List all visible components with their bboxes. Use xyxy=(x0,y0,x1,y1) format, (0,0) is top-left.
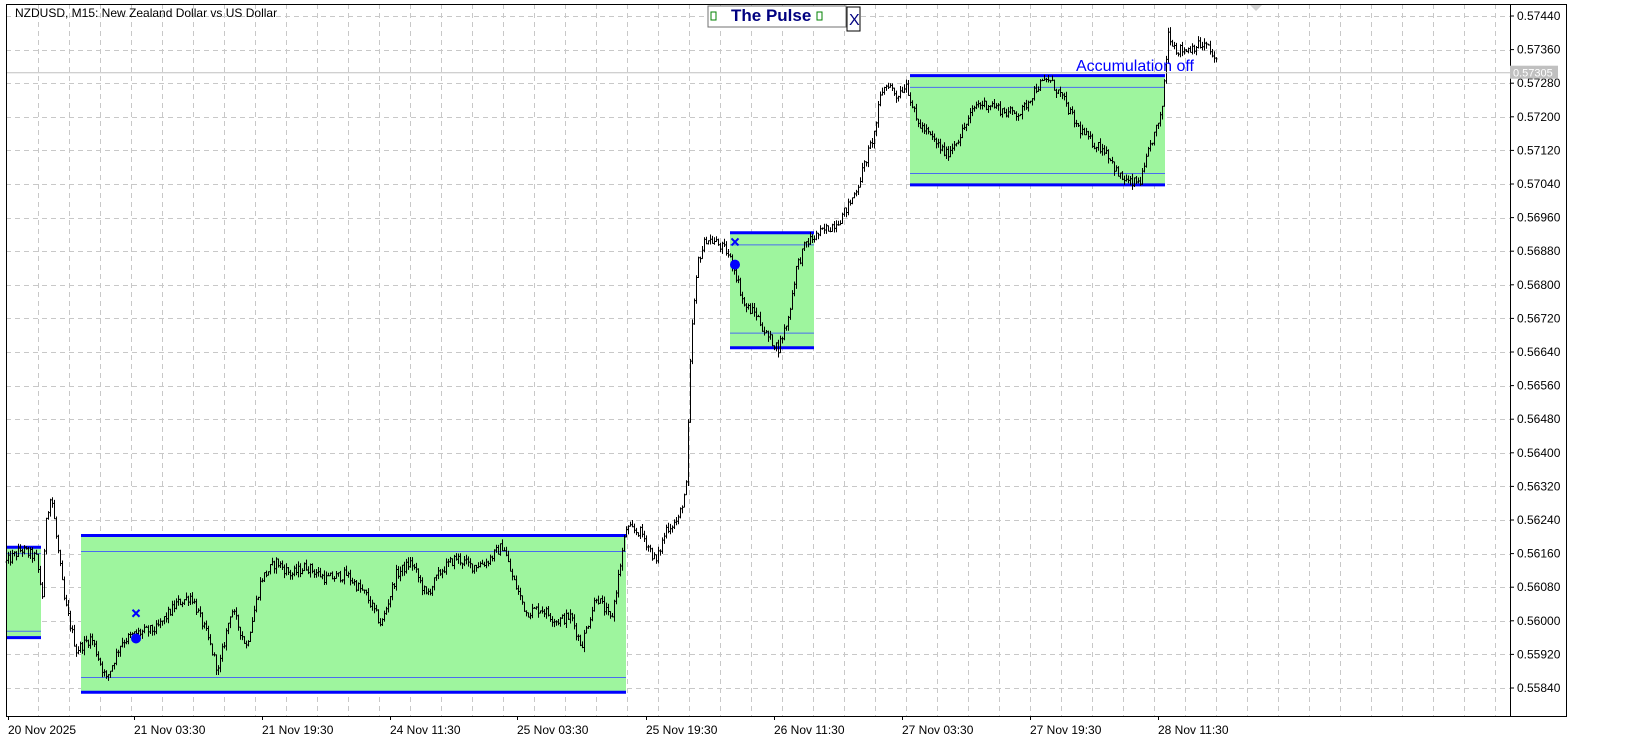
panel-close-button[interactable]: X xyxy=(846,6,861,32)
price-tick-label: 0.56240 xyxy=(1517,513,1561,527)
panel-left-indicator xyxy=(710,11,717,21)
symbol-title: NZDUSD, M15: New Zealand Dollar vs US Do… xyxy=(15,6,277,20)
price-tick-label: 0.56160 xyxy=(1517,547,1561,561)
zone-fill xyxy=(730,232,814,348)
price-tick-label: 0.56720 xyxy=(1517,311,1561,325)
panel-title: The Pulse xyxy=(731,6,811,25)
price-tick-label: 0.57200 xyxy=(1517,110,1561,124)
price-tick-label: 0.55840 xyxy=(1517,681,1561,695)
time-tick-label: 25 Nov 19:30 xyxy=(646,723,718,737)
time-tick-label: 21 Nov 19:30 xyxy=(262,723,334,737)
signal-dot xyxy=(131,633,141,644)
time-tick-label: 25 Nov 03:30 xyxy=(517,723,589,737)
price-tick-label: 0.56800 xyxy=(1517,278,1561,292)
zone-fill xyxy=(6,547,41,638)
panel-right-indicator xyxy=(816,11,823,21)
price-chart[interactable]: 0.574400.573600.572800.572000.571200.570… xyxy=(0,0,1629,742)
price-tick-label: 0.55920 xyxy=(1517,647,1561,661)
price-tick-label: 0.56640 xyxy=(1517,345,1561,359)
time-tick-label: 21 Nov 03:30 xyxy=(134,723,206,737)
price-tick-label: 0.56400 xyxy=(1517,446,1561,460)
price-tick-label: 0.56320 xyxy=(1517,479,1561,493)
time-tick-label: 28 Nov 11:30 xyxy=(1158,723,1229,737)
signal-dot xyxy=(730,259,740,270)
time-tick-label: 24 Nov 11:30 xyxy=(390,723,461,737)
current-price-value: 0.57305 xyxy=(1513,68,1553,80)
price-tick-label: 0.56000 xyxy=(1517,614,1561,628)
time-tick-label: 27 Nov 03:30 xyxy=(902,723,974,737)
price-tick-label: 0.57440 xyxy=(1517,9,1561,23)
price-tick-label: 0.57360 xyxy=(1517,43,1561,57)
the-pulse-panel[interactable]: The Pulse X xyxy=(707,5,861,32)
time-tick-label: 26 Nov 11:30 xyxy=(774,723,845,737)
close-icon[interactable]: X xyxy=(849,12,860,29)
price-tick-label: 0.56880 xyxy=(1517,244,1561,258)
price-tick-label: 0.57120 xyxy=(1517,143,1561,157)
time-tick-label: 20 Nov 2025 xyxy=(8,723,76,737)
price-tick-label: 0.56560 xyxy=(1517,379,1561,393)
price-tick-label: 0.56480 xyxy=(1517,412,1561,426)
zone-fill xyxy=(910,75,1165,185)
accumulation-status-label: Accumulation off xyxy=(1076,58,1195,75)
price-tick-label: 0.57040 xyxy=(1517,177,1561,191)
time-tick-label: 27 Nov 19:30 xyxy=(1030,723,1102,737)
price-tick-label: 0.56080 xyxy=(1517,580,1561,594)
price-tick-label: 0.56960 xyxy=(1517,211,1561,225)
